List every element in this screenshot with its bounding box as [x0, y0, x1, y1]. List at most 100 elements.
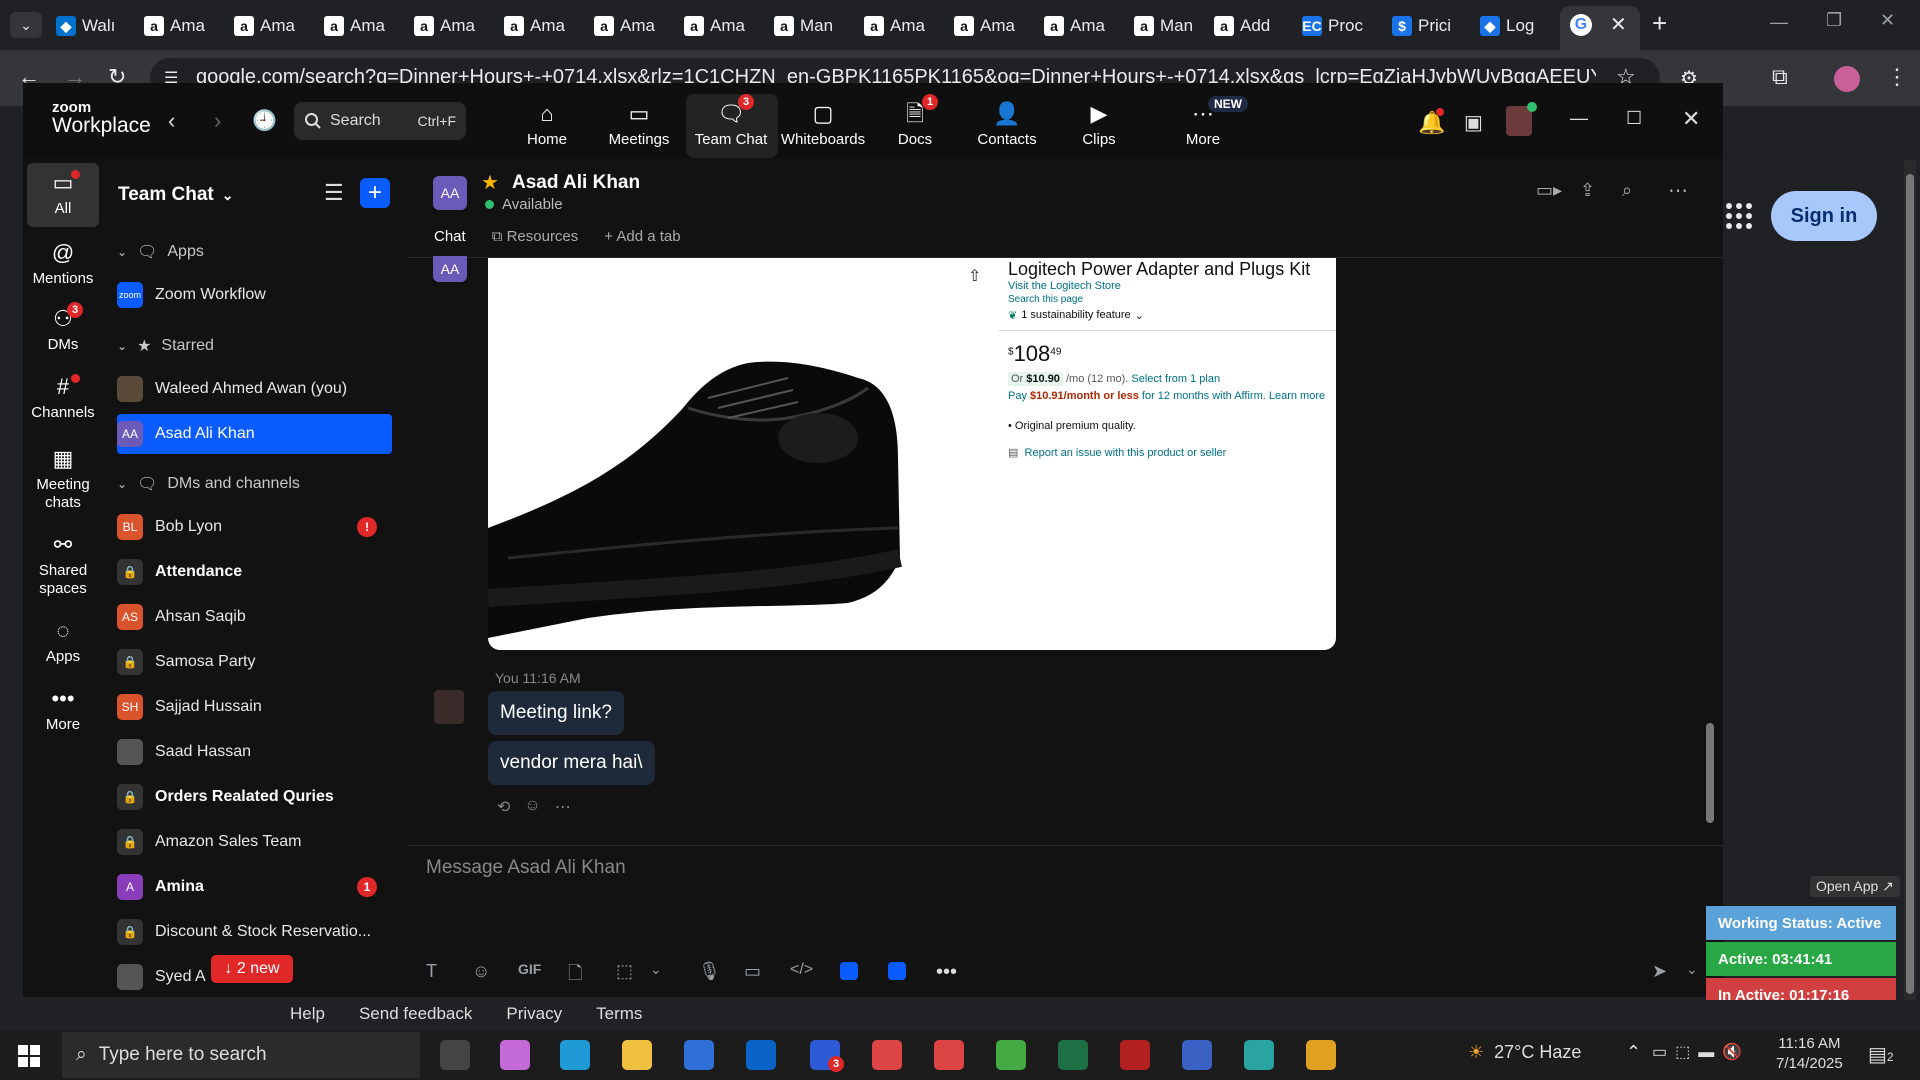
sidebar-item[interactable]: 🔒 Amazon Sales Team: [117, 829, 387, 855]
help-link[interactable]: Help: [290, 1004, 325, 1024]
more-composer-icon[interactable]: •••: [936, 961, 957, 984]
zoom-maximize-icon[interactable]: ☐: [1626, 108, 1642, 129]
browser-tab[interactable]: a Ama: [504, 10, 582, 42]
new-chat-button[interactable]: +: [360, 178, 390, 208]
privacy-link[interactable]: Privacy: [506, 1004, 562, 1024]
reply-icon[interactable]: ⟲: [497, 797, 510, 817]
tray-chevron-icon[interactable]: ⌃: [1626, 1042, 1641, 1063]
filter-icon[interactable]: ☰: [324, 180, 344, 206]
emoji-react-icon[interactable]: ☺: [524, 797, 540, 817]
nav-more[interactable]: ⋯ More NEW: [1158, 96, 1248, 148]
video-call-icon[interactable]: ▭▸: [1536, 180, 1562, 201]
nav-home[interactable]: ⌂ Home: [502, 100, 592, 148]
history-icon[interactable]: 🕘: [252, 108, 277, 133]
file-icon[interactable]: 🗋: [568, 961, 582, 991]
app-icon-2[interactable]: [888, 962, 906, 980]
clock[interactable]: 11:16 AM 7/14/2025: [1776, 1034, 1843, 1074]
rail-more[interactable]: ••• More: [23, 686, 103, 734]
browser-tab[interactable]: ◆ Walı: [56, 10, 134, 42]
microphone-icon[interactable]: 🎙: [698, 961, 721, 982]
notification-center-icon[interactable]: ▤2: [1868, 1042, 1894, 1067]
feedback-link[interactable]: Send feedback: [359, 1004, 472, 1024]
more-actions-icon[interactable]: ⋯: [555, 797, 571, 817]
shared-image-card[interactable]: ⇧ Logitech Power Adapter and Plugs Kit V…: [488, 258, 1336, 650]
browser-tab[interactable]: a Ama: [414, 10, 492, 42]
gif-button[interactable]: GIF: [518, 961, 541, 977]
zoom-search-box[interactable]: Search Ctrl+F: [294, 102, 466, 140]
close-window-icon[interactable]: ✕: [1880, 10, 1895, 31]
outlook-icon[interactable]: [746, 1040, 776, 1070]
sidebar-item[interactable]: BL Bob Lyon!: [117, 514, 387, 540]
chat-search-icon[interactable]: ⌕: [1622, 180, 1632, 201]
chat-more-icon[interactable]: ⋯: [1668, 178, 1688, 203]
browser-tab[interactable]: $ Prici: [1392, 10, 1470, 42]
profile-avatar[interactable]: [1834, 66, 1860, 92]
browser-tab[interactable]: a Ama: [684, 10, 762, 42]
zoom-minimize-icon[interactable]: —: [1570, 108, 1588, 129]
nav-clips[interactable]: ▶ Clips: [1054, 100, 1144, 148]
sidebar-item[interactable]: A Amina 1: [117, 874, 387, 900]
chrome-icon-2[interactable]: [934, 1040, 964, 1070]
rail-meeting-chats[interactable]: ▦ Meeting chats: [23, 446, 103, 512]
sidebar-item[interactable]: zoom Zoom Workflow: [117, 282, 387, 308]
nav-meetings[interactable]: ▭ Meetings: [594, 100, 684, 148]
screenshot-icon[interactable]: ⬚: [616, 961, 633, 982]
tab-chat[interactable]: Chat: [434, 228, 466, 259]
task-view-icon[interactable]: [440, 1040, 470, 1070]
zoom-close-icon[interactable]: ✕: [1682, 106, 1700, 132]
new-messages-pill[interactable]: ↓ 2 new: [211, 955, 293, 983]
rail-mentions[interactable]: @ Mentions: [23, 240, 103, 288]
sign-in-button[interactable]: Sign in: [1771, 191, 1877, 241]
user-avatar[interactable]: [1506, 102, 1537, 136]
restore-window-icon[interactable]: ❐: [1826, 10, 1842, 31]
tab-resources[interactable]: ⧉ Resources: [492, 228, 579, 259]
tab-add[interactable]: + Add a tab: [604, 228, 680, 259]
star-icon[interactable]: ★: [481, 170, 499, 195]
chrome-icon-4[interactable]: [1306, 1040, 1336, 1070]
rail-all[interactable]: ▭ All: [23, 170, 103, 218]
sidebar-item[interactable]: 🔒 Orders Realated Quries: [117, 784, 387, 810]
nav-contacts[interactable]: 👤 Contacts: [962, 100, 1052, 148]
rail-apps[interactable]: ◌ Apps: [23, 618, 103, 666]
excel-icon[interactable]: [1058, 1040, 1088, 1070]
browser-tab[interactable]: a Ama: [864, 10, 942, 42]
puzzle-extensions-icon[interactable]: ⧉: [1772, 64, 1788, 90]
weather-widget[interactable]: ☀ 27°C Haze: [1468, 1042, 1581, 1063]
format-text-icon[interactable]: T: [426, 961, 437, 982]
chat-scrollbar[interactable]: [1706, 258, 1714, 838]
windows-start-icon[interactable]: [18, 1045, 40, 1067]
section-header[interactable]: ⌄ ★ Starred: [117, 336, 214, 356]
sidebar-item[interactable]: Waleed Ahmed Awan (you): [117, 376, 387, 402]
filezilla-icon[interactable]: [1120, 1040, 1150, 1070]
browser-menu-icon[interactable]: ⋮: [1886, 64, 1908, 90]
page-scrollbar[interactable]: [1904, 160, 1916, 1010]
nav-whiteboards[interactable]: ▢ Whiteboards: [778, 100, 868, 148]
minimize-window-icon[interactable]: —: [1770, 12, 1788, 33]
browser-tab[interactable]: a Ama: [594, 10, 672, 42]
share-icon[interactable]: ⇧: [968, 266, 981, 286]
terms-link[interactable]: Terms: [596, 1004, 642, 1024]
share-screen-icon[interactable]: ⇪: [1580, 180, 1595, 201]
google-apps-icon[interactable]: [1726, 203, 1752, 229]
browser-tab[interactable]: a Ama: [144, 10, 222, 42]
browser-tab[interactable]: ◆ Log: [1480, 10, 1558, 42]
browser-tab[interactable]: a Man: [1134, 10, 1212, 42]
tray-icons[interactable]: ▭⬚▬🔇: [1652, 1042, 1750, 1062]
taskbar-search-box[interactable]: ⌕ Type here to search: [62, 1032, 420, 1078]
sidebar-item[interactable]: 🔒 Attendance: [117, 559, 387, 585]
zoom-forward-icon[interactable]: ›: [214, 108, 221, 134]
section-header[interactable]: ⌄ 🗨 Apps: [117, 242, 204, 262]
nav-docs[interactable]: 🗎 Docs 1: [870, 94, 960, 148]
emoji-icon[interactable]: ☺: [472, 961, 490, 982]
contact-name[interactable]: Asad Ali Khan: [512, 172, 640, 194]
notifications-bell-icon[interactable]: 🔔: [1418, 108, 1445, 136]
browser-tab[interactable]: a Ama: [324, 10, 402, 42]
rail-channels[interactable]: # Channels: [23, 374, 103, 422]
contact-avatar[interactable]: AA: [433, 176, 467, 210]
code-snippet-icon[interactable]: </>: [790, 961, 813, 979]
store-icon[interactable]: [684, 1040, 714, 1070]
chrome-icon-1[interactable]: [872, 1040, 902, 1070]
browser-tab[interactable]: a Ama: [234, 10, 312, 42]
copilot-icon[interactable]: [500, 1040, 530, 1070]
sidebar-item[interactable]: 🔒 Samosa Party: [117, 649, 387, 675]
